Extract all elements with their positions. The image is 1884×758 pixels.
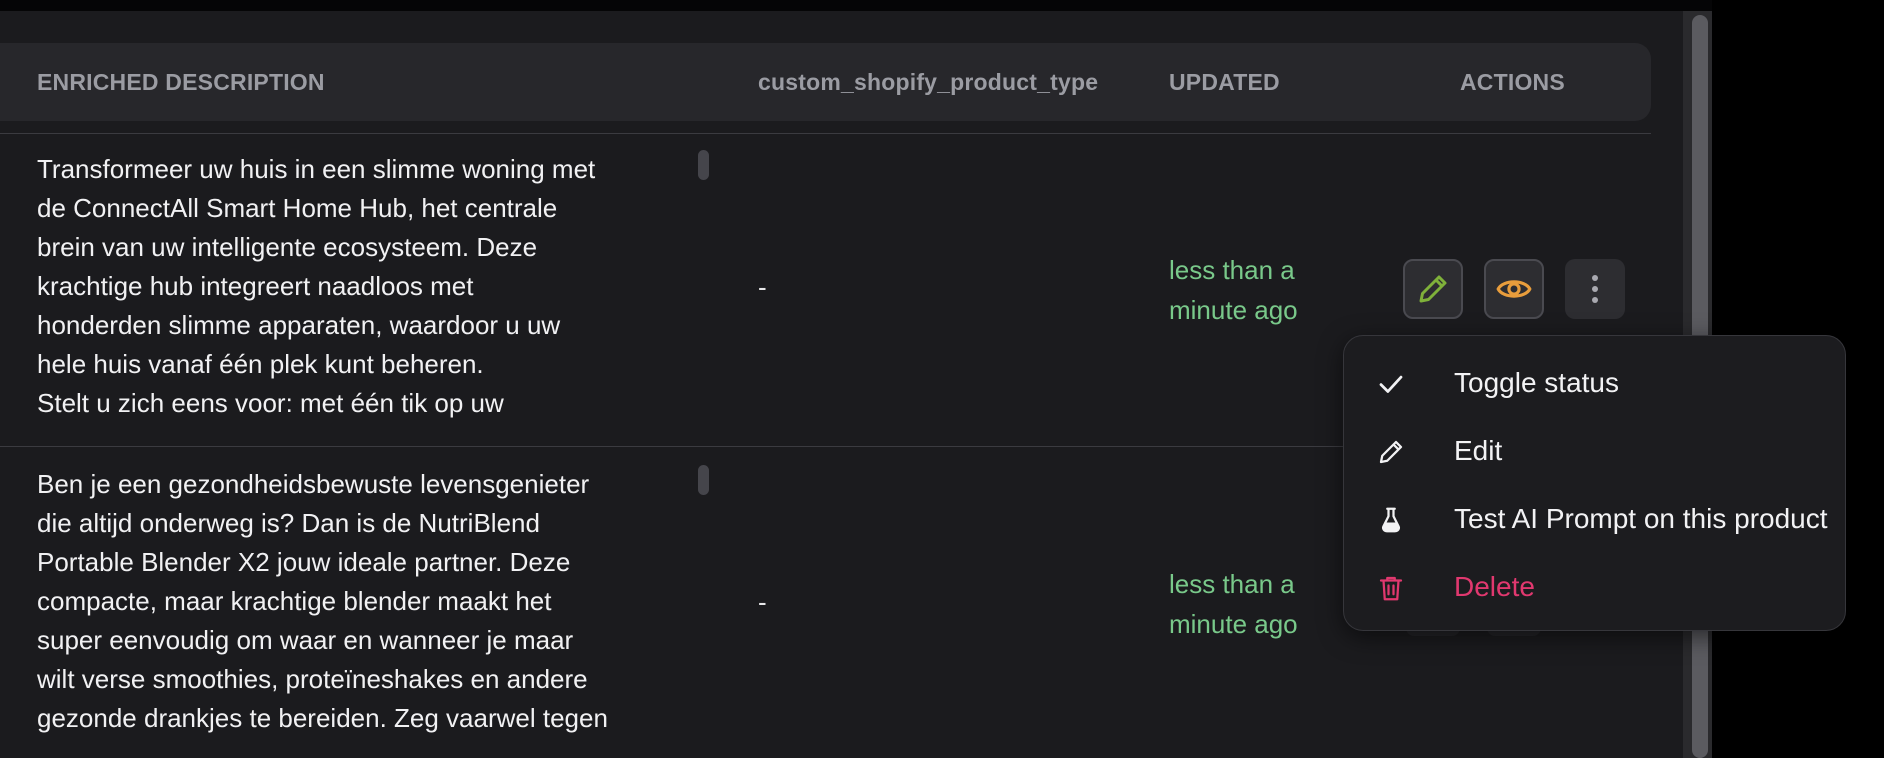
menu-item-label: Toggle status [1454,367,1619,398]
pencil-icon [1419,275,1447,303]
description-line: wilt verse smoothies, proteïneshakes en … [37,664,588,694]
actions-dropdown-menu: Toggle status Edit Test AI Prompt on thi… [1343,335,1846,631]
table-header: ENRICHED DESCRIPTION custom_shopify_prod… [0,43,1651,121]
custom-type-value: - [758,587,767,617]
menu-item-test-ai-prompt[interactable]: Test AI Prompt on this product [1376,499,1836,539]
vertical-dots-icon [1592,275,1598,303]
trash-icon [1379,576,1403,601]
menu-item-label: Test AI Prompt on this product [1454,503,1828,534]
description-line: Stelt u zich eens voor: met één tik op u… [37,388,504,418]
more-actions-button[interactable] [1565,259,1625,319]
custom-type-value: - [758,272,767,302]
pencil-icon [1379,440,1403,464]
description-cell[interactable]: Transformeer uw huis in een slimme wonin… [37,150,677,424]
updated-line: minute ago [1169,295,1298,325]
description-line: super eenvoudig om waar en wanneer je ma… [37,625,574,655]
description-line: brein van uw intelligente ecosysteem. De… [37,232,538,262]
description-line: compacte, maar krachtige blender maakt h… [37,586,552,616]
cell-scrollbar[interactable] [698,150,709,180]
description-line: krachtige hub integreert naadloos met [37,271,474,301]
header-custom-type[interactable]: custom_shopify_product_type [758,43,1098,121]
menu-item-edit[interactable]: Edit [1376,431,1836,471]
eye-icon [1496,280,1532,298]
cell-scrollbar[interactable] [698,465,709,495]
flask-icon [1381,507,1401,533]
description-line: Portable Blender X2 jouw ideale partner.… [37,547,571,577]
header-updated[interactable]: UPDATED [1169,43,1280,121]
description-line: Transformeer uw huis in een slimme wonin… [37,154,596,184]
menu-item-label: Delete [1454,571,1535,602]
header-divider [0,133,1651,134]
description-line: die altijd onderweg is? Dan is de NutriB… [37,508,540,538]
updated-line: minute ago [1169,609,1298,639]
updated-line: less than a [1169,255,1295,285]
check-icon [1379,375,1403,393]
header-enriched-description[interactable]: ENRICHED DESCRIPTION [37,43,325,121]
description-line: Ben je een gezondheidsbewuste levensgeni… [37,469,590,499]
description-line: hele huis vanaf één plek kunt beheren. [37,349,484,379]
updated-cell: less than a minute ago [1169,564,1349,644]
updated-cell: less than a minute ago [1169,250,1349,330]
menu-item-toggle-status[interactable]: Toggle status [1376,363,1836,403]
edit-button[interactable] [1403,259,1463,319]
description-line: gezonde drankjes te bereiden. Zeg vaarwe… [37,703,608,733]
menu-item-label: Edit [1454,435,1503,466]
description-line: honderden slimme apparaten, waardoor u u… [37,310,561,340]
top-bar [0,0,1712,11]
description-line: de ConnectAll Smart Home Hub, het centra… [37,193,558,223]
menu-item-delete[interactable]: Delete [1376,567,1836,607]
updated-line: less than a [1169,569,1295,599]
header-actions: ACTIONS [1460,69,1565,95]
description-cell[interactable]: Ben je een gezondheidsbewuste levensgeni… [37,465,677,745]
view-button[interactable] [1484,259,1544,319]
